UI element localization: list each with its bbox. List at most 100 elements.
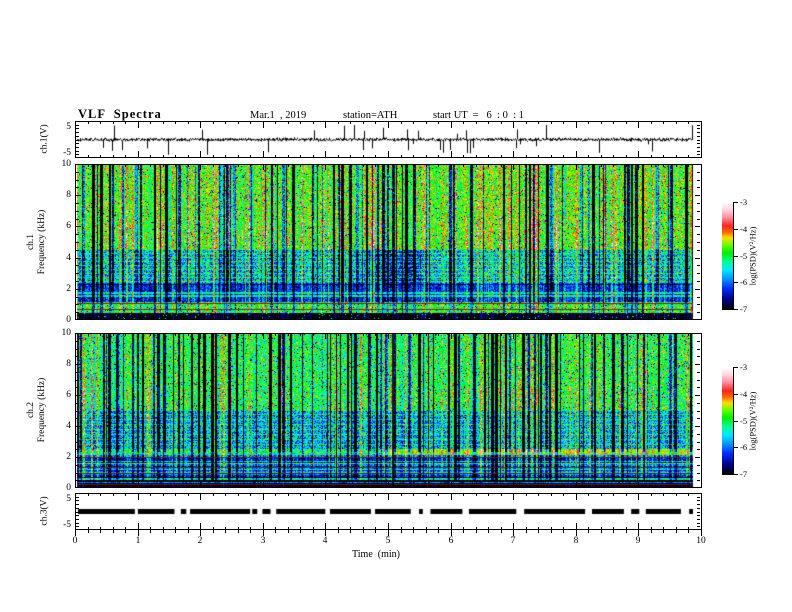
tick-mark <box>513 523 514 530</box>
tick-mark <box>76 349 79 350</box>
tick-mark <box>526 121 527 124</box>
tick-mark <box>651 333 652 336</box>
tick-mark <box>325 482 326 488</box>
tick-mark <box>488 155 489 158</box>
tick-mark <box>697 125 700 126</box>
tick-mark <box>275 485 276 488</box>
tick-mark <box>375 164 376 167</box>
tick-mark <box>113 493 114 496</box>
tick-mark <box>626 485 627 488</box>
tick-mark <box>697 515 700 516</box>
tick-mark <box>200 493 201 500</box>
ch2-spectrogram <box>76 334 701 487</box>
tick-mark <box>663 530 664 533</box>
tick-mark <box>526 493 527 496</box>
tick-mark <box>388 333 389 339</box>
tick-mark <box>300 317 301 320</box>
tick-mark <box>76 172 79 173</box>
tick-mark <box>76 341 79 342</box>
tick-mark <box>697 234 700 235</box>
tick-mark <box>688 333 689 336</box>
tick-mark <box>175 164 176 167</box>
tick-mark <box>338 155 339 158</box>
tick-mark <box>76 242 79 243</box>
tick-mark <box>76 434 79 435</box>
tick-mark <box>238 485 239 488</box>
tick-mark <box>601 485 602 488</box>
tick-mark <box>163 155 164 158</box>
tick-mark <box>733 229 738 230</box>
tick-mark <box>76 136 79 137</box>
tick-mark <box>188 493 189 496</box>
tick-mark <box>300 493 301 496</box>
voltage-tick-label: 5 <box>66 493 71 504</box>
tick-mark <box>576 151 577 158</box>
tick-mark <box>150 485 151 488</box>
tick-mark <box>188 155 189 158</box>
tick-mark <box>125 485 126 488</box>
tick-mark <box>100 530 101 533</box>
tick-mark <box>300 155 301 158</box>
tick-mark <box>275 155 276 158</box>
tick-mark <box>538 317 539 320</box>
tick-mark <box>697 512 700 513</box>
tick-mark <box>76 132 79 133</box>
tick-mark <box>76 473 79 474</box>
tick-mark <box>476 485 477 488</box>
tick-mark <box>613 164 614 167</box>
frequency-tick-label: 4 <box>66 421 71 431</box>
vlf-spectra-figure: VLF Spectra Mar.1 , 2019 station=ATH sta… <box>0 0 792 612</box>
tick-mark <box>288 164 289 167</box>
tick-mark <box>488 333 489 336</box>
tick-mark <box>213 485 214 488</box>
tick-mark <box>225 333 226 336</box>
tick-mark <box>513 333 514 339</box>
tick-mark <box>697 312 700 313</box>
tick-mark <box>401 493 402 496</box>
tick-mark <box>526 155 527 158</box>
tick-mark <box>100 121 101 124</box>
tick-mark <box>388 151 389 158</box>
tick-mark <box>663 333 664 336</box>
tick-mark <box>225 317 226 320</box>
frequency-tick-label: 8 <box>66 359 71 369</box>
tick-mark <box>363 493 364 496</box>
tick-mark <box>638 482 639 488</box>
tick-mark <box>651 485 652 488</box>
tick-mark <box>695 258 700 259</box>
tick-mark <box>538 493 539 496</box>
tick-mark <box>325 523 326 530</box>
tick-mark <box>438 530 439 533</box>
tick-mark <box>225 493 226 496</box>
tick-mark <box>76 364 81 365</box>
tick-mark <box>263 164 264 170</box>
tick-mark <box>163 121 164 124</box>
tick-mark <box>438 121 439 124</box>
tick-mark <box>613 485 614 488</box>
tick-mark <box>375 530 376 533</box>
tick-mark <box>76 143 79 144</box>
tick-mark <box>513 151 514 158</box>
tick-mark <box>697 172 700 173</box>
tick-mark <box>463 121 464 124</box>
tick-mark <box>275 317 276 320</box>
tick-mark <box>125 530 126 533</box>
tick-mark <box>413 530 414 533</box>
tick-mark <box>651 164 652 167</box>
tick-mark <box>88 155 89 158</box>
tick-mark <box>213 333 214 336</box>
tick-mark <box>651 121 652 124</box>
tick-mark <box>138 482 139 488</box>
date-label: Mar.1 , 2019 <box>250 110 307 121</box>
tick-mark <box>288 493 289 496</box>
tick-mark <box>200 333 201 339</box>
tick-mark <box>638 151 639 158</box>
tick-mark <box>733 474 738 475</box>
tick-mark <box>697 281 700 282</box>
tick-mark <box>697 380 700 381</box>
tick-mark <box>576 164 577 170</box>
tick-mark <box>76 480 79 481</box>
tick-mark <box>76 147 79 148</box>
frequency-tick-label: 6 <box>66 390 71 400</box>
tick-mark <box>538 121 539 124</box>
